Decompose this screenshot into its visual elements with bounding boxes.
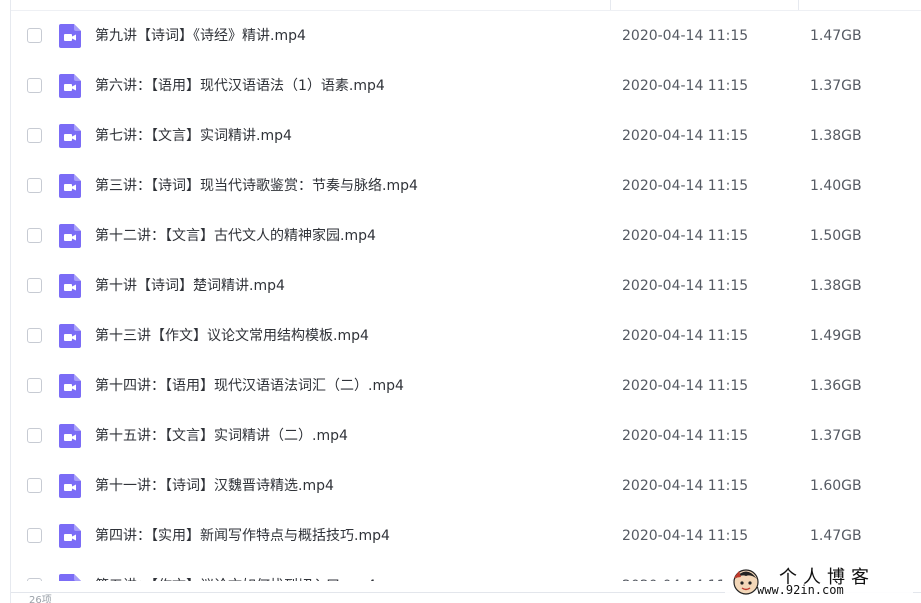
file-size: 1.36GB (810, 378, 862, 394)
row-checkbox[interactable] (27, 128, 42, 143)
file-list-window: 第九讲【诗词】《诗经》精讲.mp4 2020-04-14 11:15 1.47GB 第… (0, 0, 921, 603)
column-separator-date[interactable] (610, 0, 611, 10)
file-size: 1.50GB (810, 228, 862, 244)
video-file-icon (59, 274, 81, 298)
row-checkbox[interactable] (27, 328, 42, 343)
file-modified-date: 2020-04-14 11:15 (622, 128, 749, 144)
file-size: 1.40GB (810, 178, 862, 194)
video-file-icon (59, 374, 81, 398)
watermark-url: www.92in.com (757, 583, 844, 597)
file-row[interactable]: 第十一讲：【诗词】汉魏晋诗精选.mp4 2020-04-14 11:15 1.60G… (11, 461, 921, 511)
row-checkbox[interactable] (27, 578, 42, 581)
file-modified-date: 2020-04-14 11:15 (622, 28, 749, 44)
row-checkbox[interactable] (27, 278, 42, 293)
file-name[interactable]: 第六讲：【语用】现代汉语语法（1）语素.mp4 (95, 61, 385, 111)
file-modified-date: 2020-04-14 11:15 (622, 378, 749, 394)
row-checkbox[interactable] (27, 78, 42, 93)
file-row[interactable]: 第十讲【诗词】楚词精讲.mp4 2020-04-14 11:15 1.38GB (11, 261, 921, 311)
file-name[interactable]: 第十讲【诗词】楚词精讲.mp4 (95, 261, 285, 311)
file-name[interactable]: 第十三讲【作文】议论文常用结构模板.mp4 (95, 311, 369, 361)
file-modified-date: 2020-04-14 11:15 (622, 228, 749, 244)
file-name[interactable]: 第十四讲：【语用】现代汉语语法词汇（二）.mp4 (95, 361, 404, 411)
file-name[interactable]: 第九讲【诗词】《诗经》精讲.mp4 (95, 11, 306, 61)
video-file-icon (59, 24, 81, 48)
row-checkbox[interactable] (27, 428, 42, 443)
item-count: 26项 (29, 595, 52, 603)
video-file-icon (59, 424, 81, 448)
file-row[interactable]: 第三讲：【诗词】现当代诗歌鉴赏：节奏与脉络.mp4 2020-04-14 11:1… (11, 161, 921, 211)
file-name[interactable]: 第四讲：【实用】新闻写作特点与概括技巧.mp4 (95, 511, 390, 561)
file-modified-date: 2020-04-14 11:15 (622, 278, 749, 294)
file-row[interactable]: 第十三讲【作文】议论文常用结构模板.mp4 2020-04-14 11:15 1.4… (11, 311, 921, 361)
file-list: 第九讲【诗词】《诗经》精讲.mp4 2020-04-14 11:15 1.47GB 第… (11, 11, 921, 581)
file-name[interactable]: 第十一讲：【诗词】汉魏晋诗精选.mp4 (95, 461, 334, 511)
row-checkbox[interactable] (27, 178, 42, 193)
file-size: 1.47GB (810, 528, 862, 544)
header-band (11, 0, 921, 11)
video-file-icon (59, 324, 81, 348)
watermark: 个人博客 www.92in.com (725, 562, 913, 600)
file-modified-date: 2020-04-14 11:15 (622, 528, 749, 544)
file-name[interactable]: 第三讲：【诗词】现当代诗歌鉴赏：节奏与脉络.mp4 (95, 161, 418, 211)
file-modified-date: 2020-04-14 11:15 (622, 328, 749, 344)
row-checkbox[interactable] (27, 478, 42, 493)
file-row[interactable]: 第九讲【诗词】《诗经》精讲.mp4 2020-04-14 11:15 1.47GB (11, 11, 921, 61)
video-file-icon (59, 124, 81, 148)
file-size: 1.47GB (810, 28, 862, 44)
video-file-icon (59, 474, 81, 498)
file-name[interactable]: 第十二讲：【文言】古代文人的精神家园.mp4 (95, 211, 376, 261)
file-row[interactable]: 第七讲：【文言】实词精讲.mp4 2020-04-14 11:15 1.38GB (11, 111, 921, 161)
row-checkbox[interactable] (27, 528, 42, 543)
file-size: 1.38GB (810, 128, 862, 144)
file-size: 1.37GB (810, 78, 862, 94)
video-file-icon (59, 524, 81, 548)
video-file-icon (59, 574, 81, 581)
row-checkbox[interactable] (27, 378, 42, 393)
row-checkbox[interactable] (27, 28, 42, 43)
column-separator-size[interactable] (798, 0, 799, 10)
file-modified-date: 2020-04-14 11:15 (622, 78, 749, 94)
file-size: 1.38GB (810, 278, 862, 294)
file-row[interactable]: 第十二讲：【文言】古代文人的精神家园.mp4 2020-04-14 11:15 1.… (11, 211, 921, 261)
row-checkbox[interactable] (27, 228, 42, 243)
video-file-icon (59, 224, 81, 248)
file-name[interactable]: 第五讲：【作文】议论文如何找到切入口.mp4 (95, 561, 376, 581)
file-modified-date: 2020-04-14 11:15 (622, 478, 749, 494)
file-size: 1.49GB (810, 328, 862, 344)
file-row[interactable]: 第四讲：【实用】新闻写作特点与概括技巧.mp4 2020-04-14 11:15 1… (11, 511, 921, 561)
file-size: 1.37GB (810, 428, 862, 444)
video-file-icon (59, 74, 81, 98)
file-size: 1.60GB (810, 478, 862, 494)
video-file-icon (59, 174, 81, 198)
file-name[interactable]: 第七讲：【文言】实词精讲.mp4 (95, 111, 292, 161)
file-row[interactable]: 第十五讲：【文言】实词精讲（二）.mp4 2020-04-14 11:15 1.37… (11, 411, 921, 461)
file-name[interactable]: 第十五讲：【文言】实词精讲（二）.mp4 (95, 411, 348, 461)
file-modified-date: 2020-04-14 11:15 (622, 178, 749, 194)
file-row[interactable]: 第十四讲：【语用】现代汉语语法词汇（二）.mp4 2020-04-14 11:15… (11, 361, 921, 411)
file-modified-date: 2020-04-14 11:15 (622, 428, 749, 444)
file-row[interactable]: 第六讲：【语用】现代汉语语法（1）语素.mp4 2020-04-14 11:15 1… (11, 61, 921, 111)
